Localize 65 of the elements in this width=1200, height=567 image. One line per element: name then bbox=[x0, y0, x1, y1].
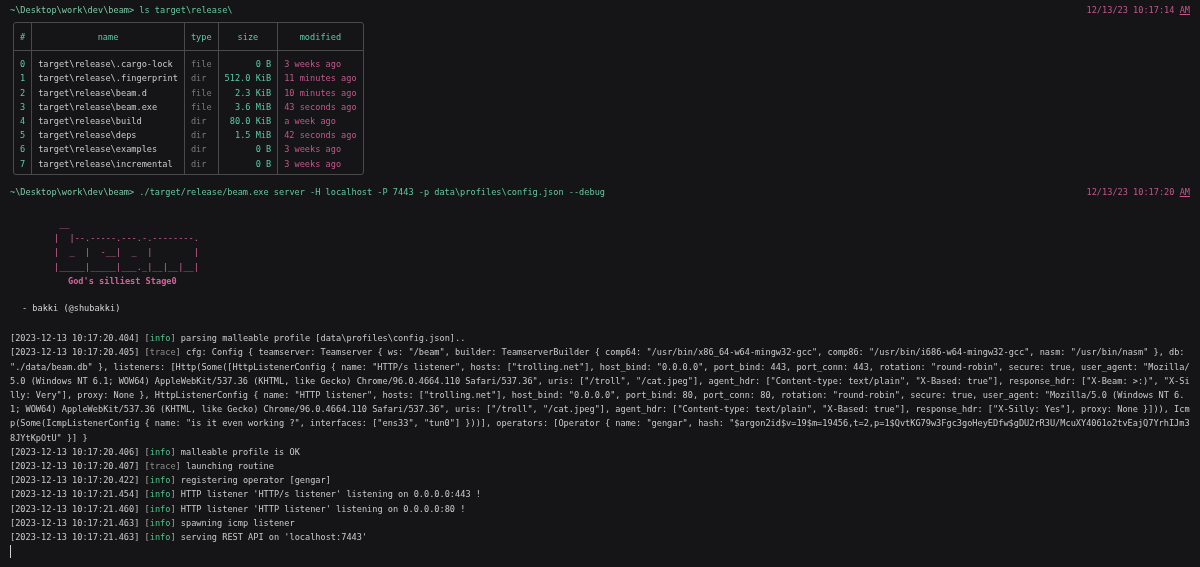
command-text: ./target/release/beam.exe server -H localhost -P 7443 -p data\profiles\config.json --debug bbox=[139, 185, 605, 199]
table-cell: dir bbox=[183, 71, 218, 86]
timestamp: 12/13/23 10:17:14 bbox=[1086, 4, 1175, 17]
tagline: God's silliest Stage0 bbox=[68, 274, 178, 288]
table-cell: a week ago bbox=[277, 114, 363, 129]
table-cell: file bbox=[183, 85, 218, 100]
table-cell: 43 seconds ago bbox=[277, 99, 363, 114]
table-cell-text: 6 bbox=[19, 143, 27, 157]
table-cell: 10 minutes ago bbox=[277, 85, 363, 100]
table-cell-text: 4 bbox=[19, 115, 27, 128]
command-text: ls target\release\ bbox=[139, 4, 233, 17]
table-cell: 512.0 KiB bbox=[217, 71, 278, 86]
prompt-path: ~\Desktop\work\dev\beam> bbox=[10, 185, 135, 199]
log-line: [2023-12-13 10:17:21.460] [info] HTTP listener 'HTTP listener' listening on 0.0.0.0:80 ! bbox=[10, 502, 467, 516]
column-header: modified bbox=[277, 23, 363, 52]
timestamp: 12/13/23 10:17:20 bbox=[1086, 185, 1175, 199]
table-cell: 11 minutes ago bbox=[277, 71, 363, 86]
log-line: [2023-12-13 10:17:20.406] [info] malleable profile is OK bbox=[10, 445, 301, 459]
table-cell: file bbox=[183, 99, 218, 114]
table-cell: 3.6 MiB bbox=[217, 99, 278, 114]
text-cursor bbox=[10, 545, 11, 559]
table-cell: 0 B bbox=[217, 156, 278, 174]
table-cell-text: 5 bbox=[19, 129, 27, 143]
column-header: name bbox=[31, 23, 184, 52]
log-line: [2023-12-13 10:17:20.422] [info] registering operator [gengar] bbox=[10, 474, 332, 488]
table-cell-text: 2 bbox=[19, 86, 27, 100]
table-cell: dir bbox=[183, 114, 218, 129]
meridiem-label: AM bbox=[1179, 4, 1190, 17]
table-cell: file bbox=[183, 51, 218, 72]
table-cell-text: 7 bbox=[19, 157, 27, 171]
table-cell-text: 1 bbox=[19, 72, 27, 86]
table-cell: target\release\deps bbox=[31, 128, 184, 143]
log-line: [2023-12-13 10:17:21.454] [info] HTTP listener 'HTTP/s listener' listening on 0.0.0.0:443 ! bbox=[10, 488, 482, 502]
table-cell: 3 weeks ago bbox=[277, 142, 363, 157]
column-header: size bbox=[217, 23, 278, 52]
table-cell-text: 3 bbox=[19, 100, 27, 114]
table-cell: dir bbox=[183, 128, 218, 143]
log-line: [2023-12-13 10:17:20.407] [trace] launching routine bbox=[10, 460, 275, 474]
table-cell: 42 seconds ago bbox=[277, 128, 363, 143]
table-cell: target\release\.fingerprint bbox=[31, 71, 184, 86]
author-credit: - bakki (@shubakki) bbox=[22, 302, 122, 316]
log-line: [2023-12-13 10:17:21.463] [info] spawning icmp listener bbox=[10, 516, 296, 530]
table-cell: 0 B bbox=[217, 51, 278, 72]
table-cell: 3 weeks ago bbox=[277, 51, 363, 72]
column-header: type bbox=[183, 23, 218, 52]
table-cell: 3 weeks ago bbox=[277, 156, 363, 174]
table-cell: 2.3 KiB bbox=[217, 85, 278, 100]
prompt-path: ~\Desktop\work\dev\beam> bbox=[10, 4, 135, 17]
table-cell: target\release\.cargo-lock bbox=[31, 51, 184, 72]
table-cell: dir bbox=[183, 156, 218, 174]
table-cell: target\release\incremental bbox=[31, 156, 184, 174]
log-line: [2023-12-13 10:17:20.404] [info] parsing malleable profile [data\profiles\config.json].. bbox=[10, 332, 467, 346]
table-cell: 80.0 KiB bbox=[217, 114, 278, 129]
table-cell: target\release\examples bbox=[31, 142, 184, 157]
column-header: # bbox=[14, 23, 32, 52]
table-cell: 1.5 MiB bbox=[217, 128, 278, 143]
table-cell-text: 0 bbox=[19, 58, 27, 72]
table-cell: target\release\beam.d bbox=[31, 85, 184, 100]
table-cell: target\release\beam.exe bbox=[31, 99, 184, 114]
meridiem-label: AM bbox=[1179, 185, 1190, 199]
log-line: [2023-12-13 10:17:21.463] [info] serving REST API on 'localhost:7443' bbox=[10, 531, 369, 545]
table-cell: 0 B bbox=[217, 142, 278, 157]
table-cell: dir bbox=[183, 142, 218, 157]
ascii-art-logo: __ | |--.-----.---.-.--------. | _ | -__| _ | | |_____|_____|___._|__|__|__| bbox=[54, 218, 200, 274]
table-cell: target\release\build bbox=[31, 114, 184, 129]
